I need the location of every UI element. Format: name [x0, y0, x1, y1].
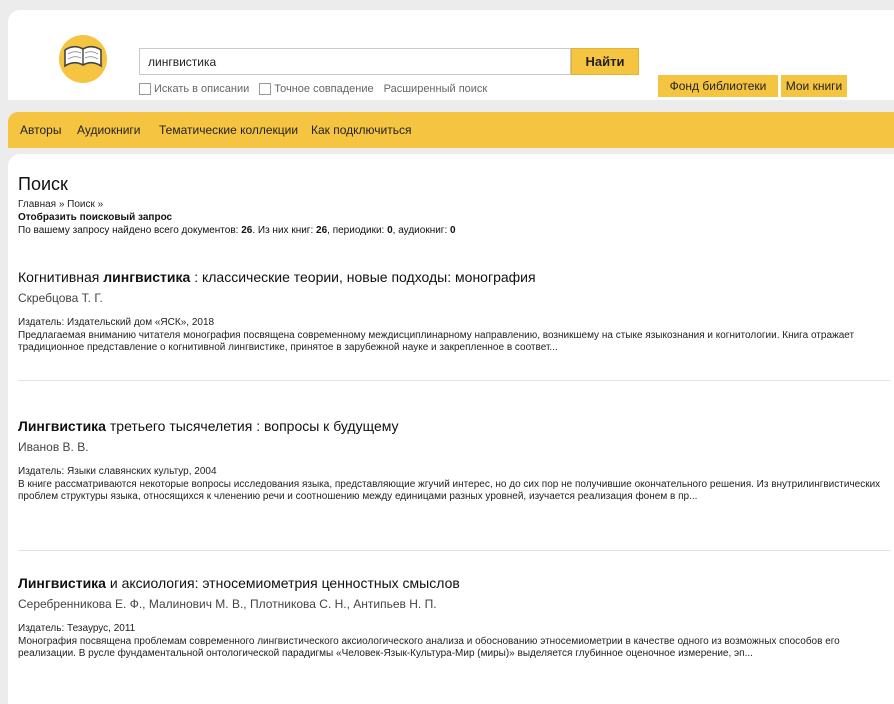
- summary-total: 26: [241, 225, 253, 236]
- result-title-post: : классические теории, новые подходы: мо…: [190, 269, 536, 285]
- summary-books: 26: [316, 225, 328, 236]
- search-in-description-label: Искать в описании: [154, 83, 250, 95]
- result-title-link[interactable]: Когнитивная лингвистика : классические т…: [18, 269, 890, 285]
- result-description: Предлагаемая вниманию читателя монографи…: [18, 330, 855, 353]
- main-nav: Авторы Аудиокниги Тематические коллекции…: [8, 112, 894, 148]
- result-title-highlight: Лингвистика: [18, 418, 106, 434]
- result-publisher: Издатель: Языки славянских культур, 2004: [18, 466, 217, 477]
- result-divider: [18, 380, 890, 381]
- search-in-description-checkbox[interactable]: [139, 83, 151, 95]
- results-summary: По вашему запросу найдено всего документ…: [18, 225, 456, 236]
- result-title-link[interactable]: Лингвистика и аксиология: этносемиометри…: [18, 575, 890, 591]
- search-result: Лингвистика и аксиология: этносемиометри…: [18, 575, 890, 660]
- result-title-pre: Когнитивная: [18, 269, 104, 285]
- exact-match-option[interactable]: Точное совпадение: [259, 83, 374, 95]
- result-title-link[interactable]: Лингвистика третьего тысячелетия : вопро…: [18, 418, 890, 434]
- search-button[interactable]: Найти: [571, 48, 639, 75]
- result-title-post: и аксиология: этносемиометрия ценностных…: [105, 575, 460, 591]
- page-shell: лингвистика Найти Искать в описании Точн…: [8, 0, 894, 704]
- my-books-button[interactable]: Мои книги: [781, 75, 847, 97]
- result-title-highlight: Лингвистика: [18, 575, 106, 591]
- advanced-search-link[interactable]: Расширенный поиск: [384, 83, 488, 95]
- nav-item-collections[interactable]: Тематические коллекции: [159, 123, 298, 137]
- breadcrumb[interactable]: Главная » Поиск »: [18, 199, 103, 210]
- summary-periodicals-prefix: , периодики:: [327, 225, 388, 236]
- result-publisher: Издатель: Тезаурус, 2011: [18, 623, 136, 634]
- show-query-link[interactable]: Отобразить поисковый запрос: [18, 212, 172, 223]
- open-book-logo-icon[interactable]: [56, 32, 110, 86]
- result-title-highlight: лингвистика: [103, 269, 191, 285]
- header: лингвистика Найти Искать в описании Точн…: [8, 10, 894, 100]
- nav-item-how-to-connect[interactable]: Как подключиться: [311, 123, 411, 137]
- result-author[interactable]: Скребцова Т. Г.: [18, 291, 890, 305]
- search-input[interactable]: лингвистика: [139, 48, 571, 75]
- nav-item-audiobooks[interactable]: Аудиокниги: [77, 123, 141, 137]
- search-in-description-option[interactable]: Искать в описании: [139, 83, 249, 95]
- nav-item-authors[interactable]: Авторы: [20, 123, 61, 137]
- summary-audio: 0: [450, 225, 456, 236]
- page-title: Поиск: [18, 174, 68, 194]
- main-content: Поиск Главная » Поиск » Отобразить поиск…: [8, 154, 894, 704]
- exact-match-checkbox[interactable]: [259, 83, 272, 95]
- result-author[interactable]: Иванов В. В.: [18, 440, 890, 454]
- library-fund-button[interactable]: Фонд библиотеки: [658, 75, 778, 97]
- result-author[interactable]: Серебренникова Е. Ф., Малинович М. В., П…: [18, 597, 890, 611]
- summary-audio-prefix: , аудиокниг:: [392, 225, 451, 236]
- search-result: Лингвистика третьего тысячелетия : вопро…: [18, 418, 890, 503]
- result-divider: [18, 550, 890, 551]
- result-description: В книге рассматриваются некоторые вопрос…: [18, 479, 881, 502]
- result-title-post: третьего тысячелетия : вопросы к будущем…: [105, 418, 399, 434]
- search-options: Искать в описании Точное совпадение Расш…: [139, 83, 487, 95]
- summary-books-prefix: . Из них книг:: [252, 225, 317, 236]
- search-result: Когнитивная лингвистика : классические т…: [18, 269, 890, 354]
- result-publisher: Издатель: Издательский дом «ЯСК», 2018: [18, 317, 215, 328]
- summary-prefix: По вашему запросу найдено всего документ…: [18, 225, 242, 236]
- result-description: Монография посвящена проблемам современн…: [18, 636, 840, 659]
- exact-match-label: Точное совпадение: [274, 83, 374, 95]
